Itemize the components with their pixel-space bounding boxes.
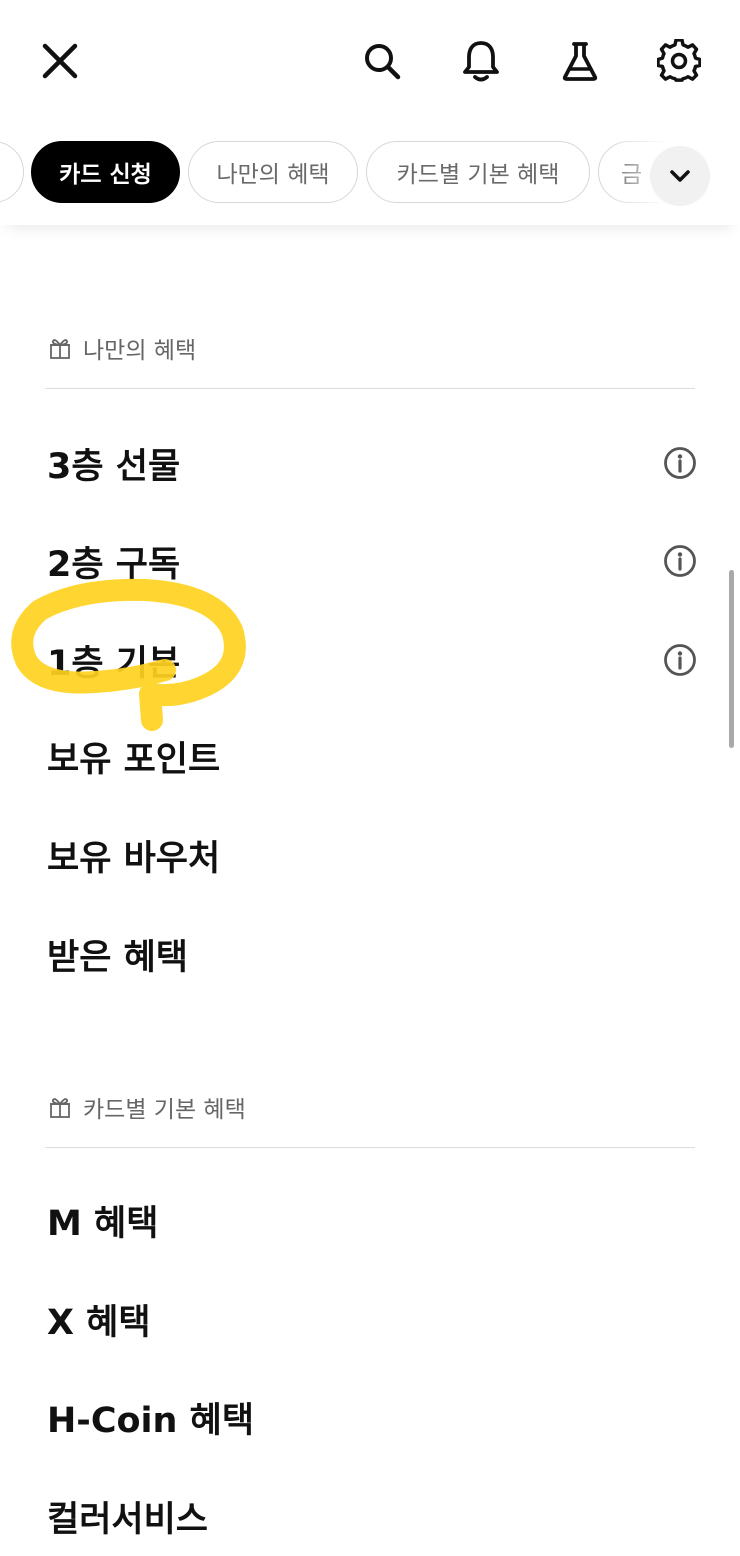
notification-button[interactable] [453,33,509,89]
menu-item-1st-floor-basic[interactable]: 1층 기본 [0,620,740,700]
chip-previous[interactable] [0,141,24,203]
chip-label: 카드 신청 [59,162,152,188]
section-title: 카드별 기본 혜택 [83,1097,246,1123]
menu-item-owned-vouchers[interactable]: 보유 바우처 [0,815,740,895]
category-chip-bar: 카드 신청 나만의 혜택 카드별 기본 혜택 금 [0,130,740,225]
menu-item-2nd-floor-subscription[interactable]: 2층 구독 [0,521,740,601]
menu-item-label: 보유 포인트 [47,739,221,780]
section-header-my-benefits: 나만의 혜택 [47,328,196,368]
section-title: 나만의 혜택 [83,338,197,364]
settings-button[interactable] [651,33,707,89]
info-icon[interactable] [662,642,698,678]
scrollbar-thumb[interactable] [729,570,734,748]
search-button[interactable] [354,33,410,89]
menu-item-label: 3층 선물 [47,446,181,487]
gift-icon [47,335,73,361]
gear-icon [657,39,701,82]
chevron-down-icon [670,170,690,182]
menu-item-label: 1층 기본 [47,643,181,684]
info-icon[interactable] [662,543,698,579]
section-header-card-basic-benefits: 카드별 기본 혜택 [47,1087,246,1127]
menu-item-owned-points[interactable]: 보유 포인트 [0,716,740,796]
chip-card-apply[interactable]: 카드 신청 [31,141,180,203]
menu-item-3rd-floor-gift[interactable]: 3층 선물 [0,423,740,503]
menu-item-label: 2층 구독 [47,544,181,585]
section-divider [45,388,695,389]
menu-item-label: 받은 혜택 [47,937,188,978]
section-divider [45,1147,695,1148]
chip-card-basic-benefits[interactable]: 카드별 기본 혜택 [366,141,590,203]
menu-item-label: M 혜택 [47,1203,159,1244]
close-icon [42,43,78,79]
menu-item-x-benefits[interactable]: X 혜택 [0,1279,740,1359]
search-icon [365,44,401,80]
bell-icon [463,41,499,82]
chip-my-benefits[interactable]: 나만의 혜택 [188,141,358,203]
close-button[interactable] [32,33,88,89]
menu-item-label: X 혜택 [47,1302,151,1343]
menu-item-label: 컬러서비스 [47,1499,209,1540]
chip-label: 나만의 혜택 [216,162,330,188]
flask-icon [562,42,598,81]
lab-button[interactable] [552,33,608,89]
top-bar [0,0,740,125]
menu-item-label: H-Coin 혜택 [47,1400,255,1441]
expand-chips-button[interactable] [650,146,710,206]
menu-item-label: 보유 바우처 [47,838,221,879]
gift-icon [47,1094,73,1120]
info-icon[interactable] [662,445,698,481]
menu-item-hcoin-benefits[interactable]: H-Coin 혜택 [0,1377,740,1457]
menu-item-color-service[interactable]: 컬러서비스 [0,1476,740,1556]
menu-item-received-benefits[interactable]: 받은 혜택 [0,914,740,994]
chip-label: 금 [621,162,643,188]
chip-label: 카드별 기본 혜택 [396,162,560,188]
menu-item-m-benefits[interactable]: M 혜택 [0,1180,740,1260]
